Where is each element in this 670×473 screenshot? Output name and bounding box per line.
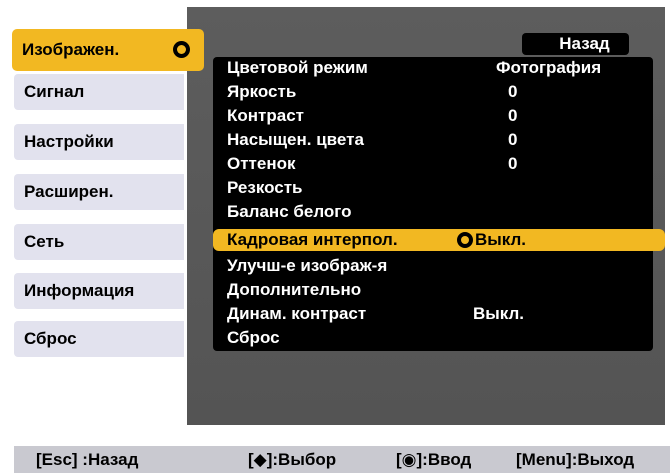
sidebar-item-signal[interactable]: Сигнал xyxy=(14,74,184,110)
row-label: Дополнительно xyxy=(227,280,362,299)
sidebar-item-label: Расширен. xyxy=(24,182,114,201)
menu-row-advanced[interactable]: Дополнительно xyxy=(213,279,665,301)
row-label: Цветовой режим xyxy=(227,58,368,77)
row-value: 0 xyxy=(508,130,518,149)
sidebar-item-reset[interactable]: Сброс xyxy=(14,321,184,357)
back-button[interactable]: Назад xyxy=(522,33,629,55)
menu-row-contrast[interactable]: Контраст 0 xyxy=(213,105,665,127)
row-label: Улучш-е изображ-я xyxy=(227,256,388,275)
sidebar-item-extended[interactable]: Расширен. xyxy=(14,174,184,210)
sidebar-item-label: Изображен. xyxy=(22,40,120,59)
sidebar-item-image[interactable]: Изображен. xyxy=(12,29,204,71)
row-label: Насыщен. цвета xyxy=(227,130,364,149)
row-label: Резкость xyxy=(227,178,303,197)
menu-list: Цветовой режим Фотография Яркость 0 Конт… xyxy=(213,57,665,351)
sidebar-item-settings[interactable]: Настройки xyxy=(14,124,184,160)
row-label: Яркость xyxy=(227,82,297,101)
row-value: Выкл. xyxy=(475,230,527,249)
sidebar-item-network[interactable]: Сеть xyxy=(14,224,184,260)
sidebar-item-label: Сигнал xyxy=(24,82,85,101)
enter-icon xyxy=(173,41,190,58)
row-label: Сброс xyxy=(227,328,280,347)
menu-row-brightness[interactable]: Яркость 0 xyxy=(213,81,665,103)
sidebar-item-label: Сброс xyxy=(24,329,77,348)
enter-icon xyxy=(457,232,473,248)
row-label: Оттенок xyxy=(227,154,296,173)
sidebar-item-label: Сеть xyxy=(24,232,65,251)
menu-row-frame-interpolation[interactable]: Кадровая интерпол. Выкл. xyxy=(213,229,665,251)
help-menu: [Menu]:Выход xyxy=(516,450,635,469)
menu-row-tint[interactable]: Оттенок 0 xyxy=(213,153,665,175)
row-label: Баланс белого xyxy=(227,202,352,221)
menu-row-reset[interactable]: Сброс xyxy=(213,327,665,349)
sidebar-item-label: Информация xyxy=(24,281,135,300)
projector-menu-screen: Изображен. Сигнал Настройки Расширен. Се… xyxy=(0,0,670,473)
row-value: Выкл. xyxy=(473,304,525,323)
help-enter: [◉]:Ввод xyxy=(396,450,472,469)
sidebar-item-info[interactable]: Информация xyxy=(14,273,184,309)
menu-row-saturation[interactable]: Насыщен. цвета 0 xyxy=(213,129,665,151)
back-label: Назад xyxy=(559,34,610,53)
row-label: Кадровая интерпол. xyxy=(227,230,398,249)
menu-row-white-balance[interactable]: Баланс белого xyxy=(213,201,665,223)
sidebar-item-label: Настройки xyxy=(24,132,114,151)
menu-row-image-enhance[interactable]: Улучш-е изображ-я xyxy=(213,255,665,277)
row-value: 0 xyxy=(508,106,518,125)
menu-row-sharpness[interactable]: Резкость xyxy=(213,177,665,199)
help-bar: [Esc] :Назад [◆]:Выбор [◉]:Ввод [Menu]:В… xyxy=(14,446,670,473)
help-esc: [Esc] :Назад xyxy=(36,450,139,469)
menu-row-dynamic-contrast[interactable]: Динам. контраст Выкл. xyxy=(213,303,665,325)
help-select: [◆]:Выбор xyxy=(248,450,337,469)
row-label: Контраст xyxy=(227,106,304,125)
row-value: 0 xyxy=(508,82,518,101)
row-label: Динам. контраст xyxy=(227,304,367,323)
row-value: 0 xyxy=(508,154,518,173)
row-value: Фотография xyxy=(496,58,602,77)
menu-row-color-mode[interactable]: Цветовой режим Фотография xyxy=(213,57,665,79)
